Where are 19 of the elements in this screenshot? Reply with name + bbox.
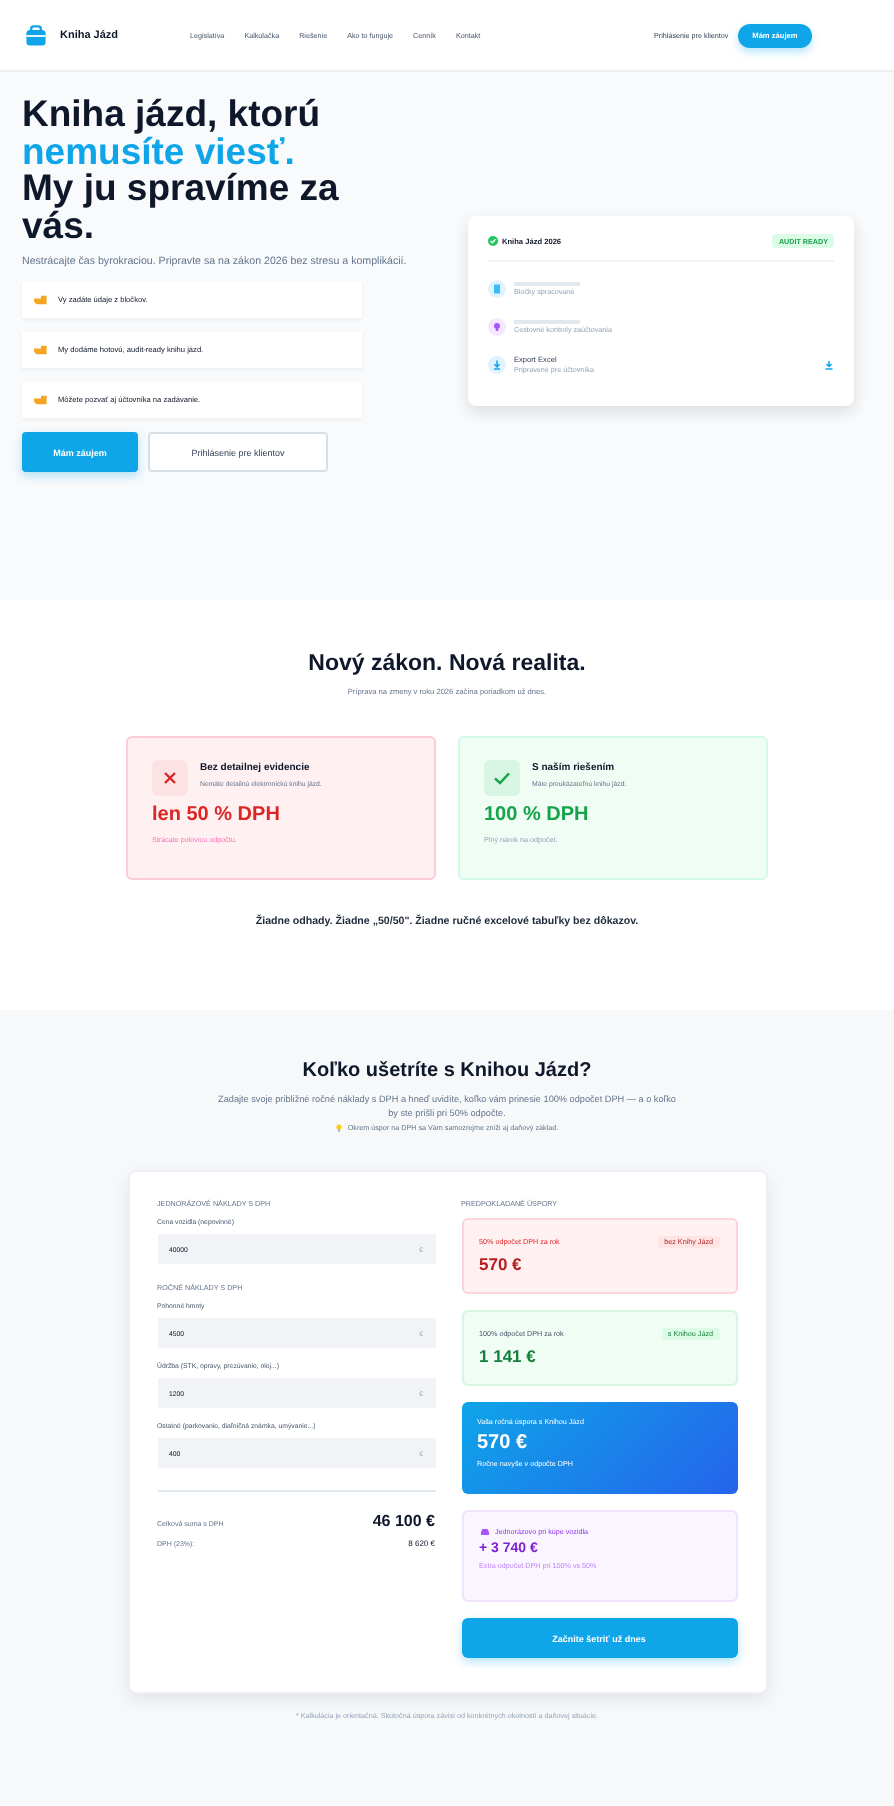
- close-icon: [152, 760, 188, 796]
- download-icon[interactable]: [824, 360, 834, 370]
- hero-title: Kniha jázd, ktorú nemusíte viesť. My ju spravíme za vás.: [22, 96, 341, 244]
- result-value: 570 €: [479, 1254, 524, 1274]
- section-title: Koľko ušetríte s Knihou Jázd?: [302, 1060, 592, 1082]
- document-icon: [488, 280, 506, 298]
- result-value: 570 €: [477, 1432, 530, 1454]
- download-icon: [488, 356, 506, 374]
- bulb-icon: [488, 318, 506, 336]
- result-value: 1 141 €: [479, 1346, 538, 1366]
- check-icon: [484, 760, 520, 796]
- car-icon: [479, 1528, 489, 1536]
- total-value: 46 100 €: [372, 1512, 435, 1530]
- logo-icon: [24, 23, 48, 47]
- bulb-icon: [335, 1124, 342, 1132]
- check-circle-icon: [488, 236, 498, 246]
- vat-value: 100 % DPH: [484, 804, 591, 826]
- section-title: Nový zákon. Nová realita.: [308, 652, 586, 676]
- vat-value: len 50 % DPH: [152, 804, 282, 826]
